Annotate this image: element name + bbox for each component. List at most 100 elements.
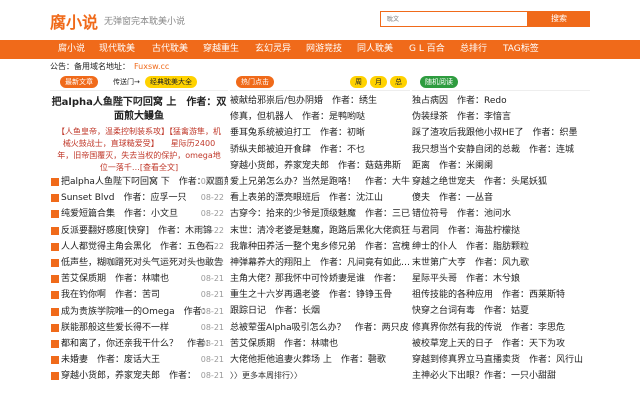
backup-url-link[interactable]: Fuxsw.cc [134,62,169,71]
classic-list-link[interactable]: 经典耽美大全 [145,76,197,88]
nav-item-tags[interactable]: TAG标签 [503,40,539,59]
hot-column: 热门点击 周 月 总 被献给邪祟后/包办阴婚 作者：绣生 修真，但机器人 作者：… [230,74,410,400]
tab-month[interactable]: 月 [370,76,387,88]
list-item[interactable]: 大佬他拒他追妻火葬场 上 作者：磬歌 [230,352,410,368]
list-item[interactable]: 骄纵夫郎被迫开食肆 作者：不乜 [230,142,410,158]
list-item[interactable]: 总被荤蛋Alpha吸引怎么办？ 作者：两只皮 [230,320,410,336]
search-button[interactable]: 搜索 [528,11,590,27]
site-slogan: 无弹窗完本耽美小说 [104,17,186,27]
list-item[interactable]: 我在钓你啊 作者：苦司 08-21 [50,287,228,303]
list-item[interactable]: 星际平头哥 作者：木兮娘 [412,271,590,287]
random-column: 随机阅读 独占病因 作者：Redo 伪装绿茶 作者：李愔言 踩了渣攻后我跟他小叔… [412,74,590,400]
list-item[interactable]: 我靠种田养活一整个鬼乡修兄弟 作者：宫槐知玉 [230,239,410,255]
list-item[interactable]: 修真，但机器人 作者：是鸭哟哒 [230,109,410,125]
nav-item-rebirth[interactable]: 穿越重生 [203,40,239,59]
list-item[interactable]: 独占病因 作者：Redo [412,93,590,109]
hot-header: 热门点击 周 月 总 [230,74,410,91]
list-item[interactable]: 反派要翻好感度[快穿] 作者：木雨锦 08-22 [50,223,228,239]
list-item[interactable]: 快穿之台词有毒 作者：姑夏 [412,303,590,319]
bullet-icon [51,291,59,300]
list-item[interactable]: 末世第广大亨 作者：风九歌 [412,255,590,271]
nav-item-game[interactable]: 网游竞技 [306,40,342,59]
list-item[interactable]: 绅士的仆人 作者：脂肪颗粒 [412,239,590,255]
list-item[interactable]: 未婚妻 作者：废话大王 08-21 [50,352,228,368]
list-item[interactable]: 跟踪日记 作者：长烟 [230,303,410,319]
hot-list: 被献给邪祟后/包办阴婚 作者：绣生 修真，但机器人 作者：是鸭哟哒 垂耳兔系统被… [230,93,410,384]
list-item[interactable]: 古穿今：拾来的少爷是顶级魅魔 作者：三已心 [230,206,410,222]
bullet-icon [51,323,59,332]
tab-week[interactable]: 周 [350,76,367,88]
nav-item-ranking[interactable]: 总排行 [460,40,487,59]
nav-item-ancient[interactable]: 古代耽美 [152,40,188,59]
random-header: 随机阅读 [412,74,590,91]
list-item[interactable]: 重生之十六岁再遇老婆 作者：铮铮玉骨 [230,287,410,303]
bullet-icon [51,356,59,365]
header: 腐小说 无弹窗完本耽美小说 搜索 [0,0,640,38]
list-item[interactable]: 我只想当个安静自闭的总裁 作者：连城 [412,142,590,158]
announcement-label: 公告：备用域名地址： [50,62,130,71]
list-item[interactable]: 穿越小货郎，养家宠夫郎 作者：菇菇弗斯 [230,158,410,174]
tab-hot[interactable]: 热门点击 [236,76,274,88]
list-item[interactable]: 被校草宠上天的日子 作者：天下为攻 [412,336,590,352]
bullet-icon [51,194,59,203]
list-item[interactable]: 神弹幕养大的翔阳上 作者：凡间竟有如此… [230,255,410,271]
featured-book-title[interactable]: 把alpha人鱼陛下叼回窝 上 作者：双面煎大鳗鱼 [50,96,228,124]
list-item[interactable]: 穿越小货郎，养家宠夫郎 作者： 08-21 [50,368,228,384]
list-item[interactable]: 伪装绿茶 作者：李愔言 [412,109,590,125]
announcement: 公告：备用域名地址： Fuxsw.cc [50,61,169,72]
list-item[interactable]: 修真界你然有我的传说 作者：李思危 [412,320,590,336]
list-item[interactable]: 成为贵族学院唯一的Omega 作者： 08-21 [50,304,228,320]
tab-total[interactable]: 总 [390,76,407,88]
bullet-icon [51,210,59,219]
nav-item-fantasy[interactable]: 玄幻灵异 [255,40,291,59]
bullet-icon [51,226,59,235]
bullet-icon [51,307,59,316]
list-item[interactable]: 傻夫 作者：一丛音 [412,190,590,206]
nav-item-gl[interactable]: G L 百合 [409,40,445,59]
search-input[interactable] [380,11,528,27]
list-item[interactable]: 祖传技能的各种应用 作者：西莱斯特 [412,287,590,303]
nav-item-home[interactable]: 腐小说 [58,40,85,59]
list-item[interactable]: 纯爱短篇合集 作者：小文旦 08-22 [50,206,228,222]
list-item[interactable]: 穿越到修真界立马直播卖货 作者：风行山 [412,352,590,368]
list-item[interactable]: 苦艾保质期 作者：林啸也 [230,336,410,352]
site-logo[interactable]: 腐小说 [50,9,98,33]
list-item[interactable]: 踩了渣攻后我跟他小叔HE了 作者：织墨 [412,125,590,141]
list-item[interactable]: 被献给邪祟后/包办阴婚 作者：绣生 [230,93,410,109]
bullet-icon [51,258,59,267]
nav-item-modern[interactable]: 现代耽美 [99,40,135,59]
tab-latest[interactable]: 最新文章 [60,76,98,88]
list-item[interactable]: 距离 作者：米阑阑 [412,158,590,174]
bullet-icon [51,178,59,186]
list-item[interactable]: 主角大佬？那我怀中可怜娇妻是谁 作者： [230,271,410,287]
more-ranking-link[interactable]: 〉〉更多本周排行〉〉 [230,368,410,384]
tab-random[interactable]: 随机阅读 [420,76,458,88]
bullet-icon [51,242,59,251]
list-item[interactable]: 人人都觉得主角会黑化 作者：五色石 08-22 [50,239,228,255]
list-item[interactable]: 垂耳兔系统被迫打工 作者：初晰 [230,125,410,141]
list-item[interactable]: 朕能那般这些爱长得不一样 08-21 [50,320,228,336]
list-item[interactable]: 与君同 作者：海盐柠檬挞 [412,223,590,239]
list-item[interactable]: 把alpha人鱼陛下叼回窝 下 作者：双面煎大鳗鱼08-22 [50,174,228,190]
list-item[interactable]: 苦艾保质期 作者：林啸也 08-21 [50,271,228,287]
bullet-icon [51,372,59,381]
list-item[interactable]: Sunset Blvd 作者：应孚一只 08-22 [50,190,228,206]
main-nav: 腐小说 现代耽美 古代耽美 穿越重生 玄幻灵异 网游竞技 同人耽美 G L 百合… [0,40,640,59]
list-item[interactable]: 穿越之绝世宠夫 作者：头尾妖狐 [412,174,590,190]
latest-list: 把alpha人鱼陛下叼回窝 下 作者：双面煎大鳗鱼08-22 Sunset Bl… [50,174,228,384]
list-item[interactable]: 主神必火下出眼？作者：一只小甜甜 [412,368,590,384]
bullet-icon [51,275,59,284]
latest-column: 最新文章 传送门→ 经典耽美大全 把alpha人鱼陛下叼回窝 上 作者：双面煎大… [50,74,228,400]
list-item[interactable]: 爱上兄弟怎么办？当然是跑咯！ 作者：大牛宝 [230,174,410,190]
latest-header: 最新文章 传送门→ 经典耽美大全 [50,74,228,91]
list-item[interactable]: 错位符号 作者：池问水 [412,206,590,222]
portal-label: 传送门→ [113,78,140,86]
list-item[interactable]: 末世：清冷老婆是魅魔，跑路后黑化大佬疯狂 [230,223,410,239]
list-item[interactable]: 都和离了，你还亲我干什么？ 作者： 08-21 [50,336,228,352]
random-list: 独占病因 作者：Redo 伪装绿茶 作者：李愔言 踩了渣攻后我跟他小叔HE了 作… [412,93,590,384]
bullet-icon [51,339,59,348]
list-item[interactable]: 看上表弟的漂亮眼班后 作者：沈江山 [230,190,410,206]
nav-item-fanfic[interactable]: 同人耽美 [357,40,393,59]
list-item[interactable]: 低声些，糊咖蹭死对头气运死对头也敢告 08-22 [50,255,228,271]
featured-book-desc[interactable]: 【人鱼皇帝，温柔控制装系攻】【猛禽游隼，机械火鼓战士，直球糙爱受】 星际历240… [56,126,222,174]
